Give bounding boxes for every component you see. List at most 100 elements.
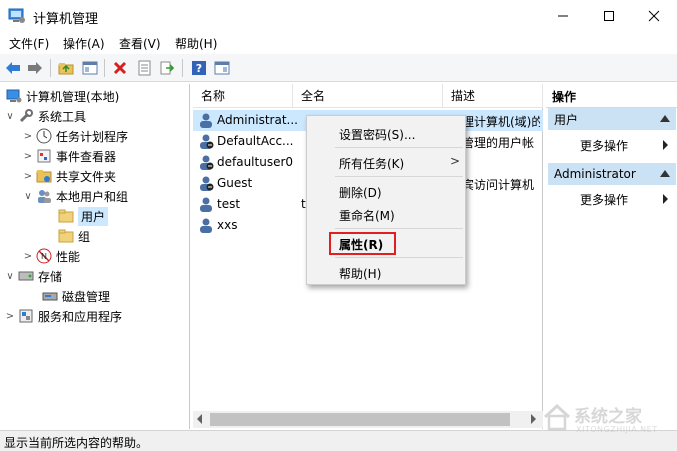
menu-separator xyxy=(335,147,463,148)
minimize-button[interactable] xyxy=(540,0,586,32)
properties-icon[interactable] xyxy=(135,59,153,77)
help-icon[interactable]: ? xyxy=(190,59,208,77)
export-icon[interactable] xyxy=(158,59,176,77)
tree-item-label: 系统工具 xyxy=(38,109,87,124)
user-fullname: t xyxy=(301,197,306,211)
chevron-right-icon[interactable]: > xyxy=(22,246,34,266)
tree-item-storage[interactable]: ∨ 存储 xyxy=(4,266,62,286)
maximize-button[interactable] xyxy=(586,0,632,32)
horizontal-scrollbar[interactable] xyxy=(193,411,543,428)
folder-icon xyxy=(58,208,74,224)
user-name: Guest xyxy=(217,176,253,190)
collapse-icon[interactable] xyxy=(660,115,670,122)
svg-text:?: ? xyxy=(196,62,202,75)
menu-item-help[interactable]: 帮助(H) xyxy=(339,265,381,282)
user-icon xyxy=(198,217,214,233)
menu-item-all-tasks[interactable]: 所有任务(K) xyxy=(339,155,404,172)
tree-item-label: 性能 xyxy=(56,249,81,264)
chevron-down-icon[interactable]: ∨ xyxy=(22,186,34,206)
menu-bar: 文件(F) 操作(A) 查看(V) 帮助(H) xyxy=(0,32,677,54)
delete-icon[interactable] xyxy=(111,59,129,77)
menu-item-rename[interactable]: 重命名(M) xyxy=(339,207,395,224)
collapse-icon[interactable] xyxy=(660,170,670,177)
toolbar-separator xyxy=(182,59,183,77)
tree-item-label: 任务计划程序 xyxy=(56,129,129,144)
up-folder-icon[interactable] xyxy=(57,59,75,77)
back-arrow-icon[interactable] xyxy=(4,59,22,77)
services-icon xyxy=(18,308,34,324)
tree-item-event-viewer[interactable]: > 事件查看器 xyxy=(22,146,116,166)
tree-item-label: 服务和应用程序 xyxy=(38,309,123,324)
submenu-arrow-icon xyxy=(663,194,668,204)
chevron-right-icon[interactable]: > xyxy=(22,126,34,146)
menu-separator xyxy=(335,228,463,229)
computer-management-icon xyxy=(8,8,26,24)
menu-help[interactable]: 帮助(H) xyxy=(175,35,217,52)
tree-item-computer-management[interactable]: 计算机管理(本地) xyxy=(4,86,119,106)
folder-icon xyxy=(58,228,74,244)
show-hide-action-pane-icon[interactable] xyxy=(213,59,231,77)
close-button[interactable] xyxy=(631,0,677,32)
chevron-right-icon[interactable]: > xyxy=(22,166,34,186)
user-name: Administrat... xyxy=(217,113,298,127)
chevron-down-icon[interactable]: ∨ xyxy=(4,106,16,126)
chevron-right-icon[interactable]: > xyxy=(22,146,34,166)
user-name: test xyxy=(217,197,241,211)
watermark-subtext: XITONGZHIJIA.NET xyxy=(576,425,658,434)
user-icon xyxy=(198,112,214,128)
tree-item-shared-folders[interactable]: > 共享文件夹 xyxy=(22,166,116,186)
menu-item-delete[interactable]: 删除(D) xyxy=(339,184,382,201)
tools-icon xyxy=(18,108,34,124)
column-header-name[interactable]: 名称 xyxy=(193,84,293,108)
status-text: 显示当前所选内容的帮助。 xyxy=(4,436,149,450)
menu-view[interactable]: 查看(V) xyxy=(119,35,161,52)
chevron-right-icon[interactable]: > xyxy=(4,306,16,326)
tree-item-groups[interactable]: 组 xyxy=(56,226,90,246)
column-header-fullname[interactable]: 全名 xyxy=(293,84,443,108)
action-section-title: 用户 xyxy=(554,112,579,127)
tree-item-label: 用户 xyxy=(78,206,109,226)
disk-icon xyxy=(42,288,58,304)
action-section-users[interactable]: 用户 xyxy=(548,108,676,130)
menu-action[interactable]: 操作(A) xyxy=(63,35,105,52)
tree-item-label: 计算机管理(本地) xyxy=(26,89,120,104)
tree-item-disk-management[interactable]: 磁盘管理 xyxy=(40,286,110,306)
menu-item-set-password[interactable]: 设置密码(S)... xyxy=(339,126,415,143)
menu-separator xyxy=(335,257,463,258)
menu-file[interactable]: 文件(F) xyxy=(9,35,49,52)
watermark-text: 系统之家 xyxy=(574,407,642,427)
column-header-description[interactable]: 描述 xyxy=(443,84,543,108)
highlight-box xyxy=(329,232,396,255)
action-section-administrator[interactable]: Administrator xyxy=(548,163,676,185)
tree-item-local-users-groups[interactable]: ∨ 本地用户和组 xyxy=(22,186,128,206)
forward-arrow-icon[interactable] xyxy=(26,59,44,77)
more-actions-link[interactable]: 更多操作 xyxy=(580,191,628,208)
user-name: defaultuser0 xyxy=(217,155,294,169)
scrollbar-thumb[interactable] xyxy=(210,413,510,426)
tree-item-performance[interactable]: > N 性能 xyxy=(22,246,80,266)
user-name: xxs xyxy=(217,218,238,232)
navigation-tree: 计算机管理(本地) ∨ 系统工具 > 任务计划程序 > 事件查看器 > 共享文件… xyxy=(0,84,190,429)
user-icon xyxy=(198,133,214,149)
show-hide-tree-icon[interactable] xyxy=(81,59,99,77)
user-icon xyxy=(198,196,214,212)
tree-item-label: 本地用户和组 xyxy=(56,189,129,204)
submenu-arrow-icon xyxy=(663,140,668,150)
scroll-right-icon[interactable] xyxy=(531,414,536,424)
watermark-logo: 系统之家 XITONGZHIJIA.NET xyxy=(540,398,670,438)
more-actions-link[interactable]: 更多操作 xyxy=(580,137,628,154)
storage-icon xyxy=(18,268,34,284)
tree-item-task-scheduler[interactable]: > 任务计划程序 xyxy=(22,126,128,146)
user-icon xyxy=(198,175,214,191)
context-menu: 设置密码(S)... 所有任务(K) > 删除(D) 重命名(M) 属性(R) … xyxy=(306,115,466,285)
chevron-down-icon[interactable]: ∨ xyxy=(4,266,16,286)
tree-item-system-tools[interactable]: ∨ 系统工具 xyxy=(4,106,86,126)
menu-separator xyxy=(335,176,463,177)
tree-item-services-apps[interactable]: > 服务和应用程序 xyxy=(4,306,122,326)
tree-item-users[interactable]: 用户 xyxy=(56,206,109,226)
tree-item-label: 组 xyxy=(78,229,91,244)
scroll-left-icon[interactable] xyxy=(197,414,202,424)
computer-management-icon xyxy=(6,88,22,104)
users-group-icon xyxy=(36,188,52,204)
window-title: 计算机管理 xyxy=(33,12,99,27)
